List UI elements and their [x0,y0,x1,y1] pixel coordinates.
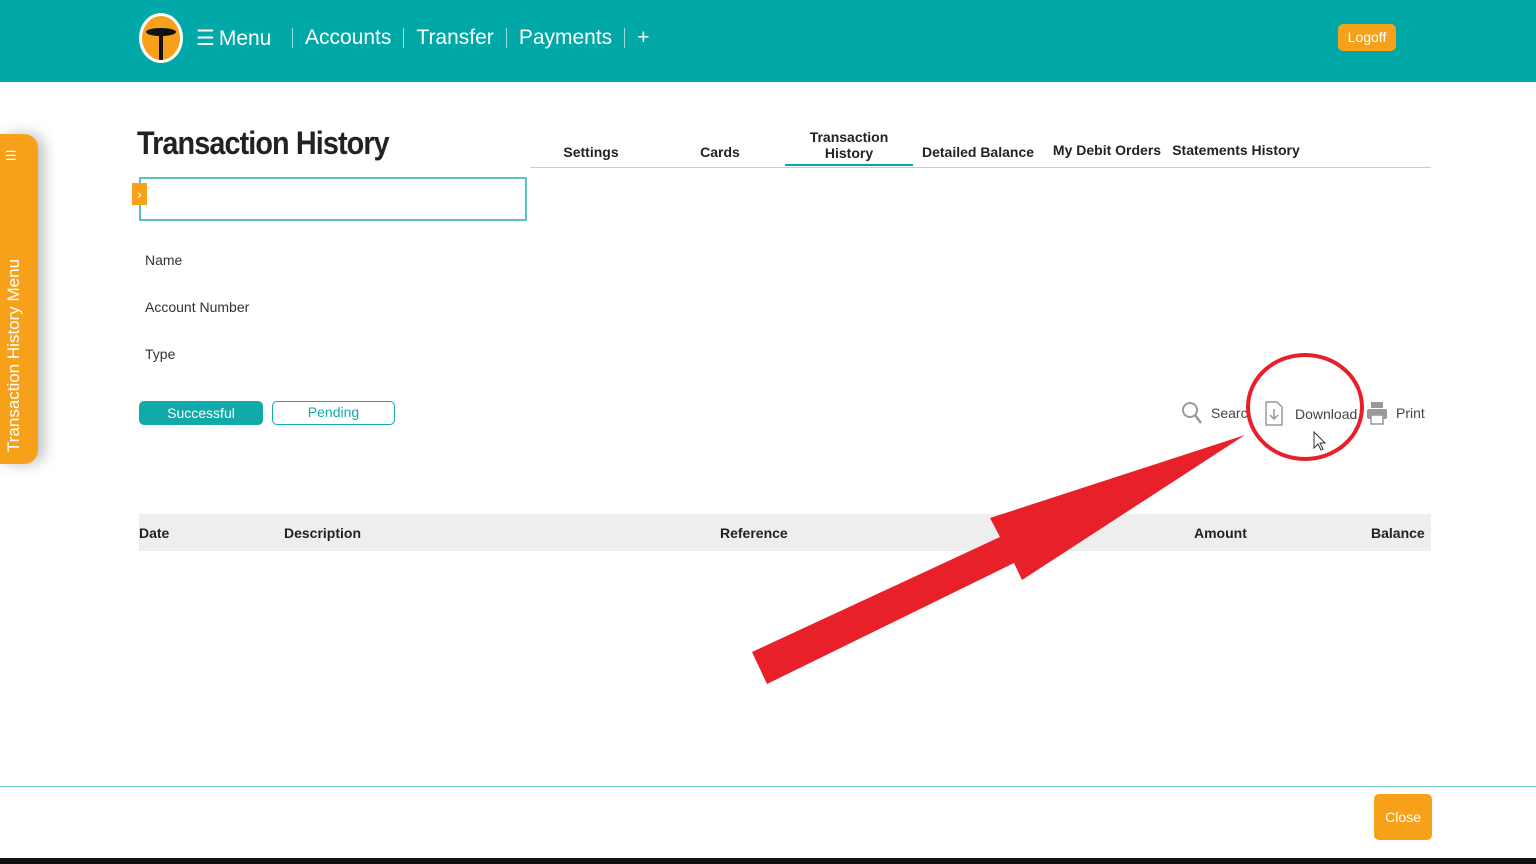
pending-filter-button[interactable]: Pending [272,401,395,425]
column-date: Date [139,525,170,541]
hamburger-icon: ☰ [196,27,215,50]
print-button[interactable]: Print [1366,401,1425,425]
tab-my-debit-orders[interactable]: My Debit Orders [1043,118,1171,166]
transaction-history-menu-tab[interactable]: ☰ Transaction History Menu [0,134,38,464]
tab-cards[interactable]: Cards [656,118,784,166]
type-label: Type [145,346,176,362]
column-amount: Amount [1194,525,1247,541]
mouse-cursor-icon [1313,430,1327,451]
nav-payments[interactable]: Payments [519,26,612,50]
bottom-edge [0,858,1536,864]
footer-bar [0,786,1536,860]
logoff-button[interactable]: Logoff [1338,24,1396,51]
column-description: Description [284,525,362,541]
download-button[interactable]: Download [1265,401,1357,426]
bank-logo[interactable] [139,13,183,63]
side-menu-label: Transaction History Menu [4,258,23,452]
tab-statements-history[interactable]: Statements History [1172,118,1300,166]
tab-settings[interactable]: Settings [527,118,655,166]
close-button[interactable]: Close [1374,794,1432,840]
menu-button[interactable]: ☰ Menu [196,26,271,51]
account-selector[interactable] [139,177,527,221]
tab-transaction-history[interactable]: Transaction History [785,118,913,166]
chevron-right-icon[interactable]: › [132,183,147,205]
column-reference: Reference [720,525,788,541]
red-arrow-annotation [752,435,1245,684]
nav-transfer[interactable]: Transfer [416,26,493,50]
name-label: Name [145,252,183,268]
printer-icon [1367,402,1387,425]
download-file-icon [1265,401,1283,426]
search-icon [1182,402,1202,424]
divider [403,28,405,48]
nav-accounts[interactable]: Accounts [305,26,391,50]
account-number-label: Account Number [145,299,250,315]
divider [624,28,626,48]
successful-filter-button[interactable]: Successful [139,401,263,425]
page-title: Transaction History [137,125,390,161]
nav-add-icon[interactable]: + [637,26,649,50]
search-button[interactable]: Searc [1181,401,1248,425]
column-balance: Balance [1371,525,1425,541]
tab-bar: Settings Cards Transaction History Detai… [530,118,1431,168]
top-navigation-bar: ☰ Menu Accounts Transfer Payments + Logof… [0,0,1536,82]
tab-detailed-balance[interactable]: Detailed Balance [914,118,1042,166]
divider [292,28,293,48]
divider [505,28,507,48]
transactions-table-header: Date Description Reference Amount Balanc… [139,514,1431,551]
hamburger-icon: ☰ [5,148,17,163]
